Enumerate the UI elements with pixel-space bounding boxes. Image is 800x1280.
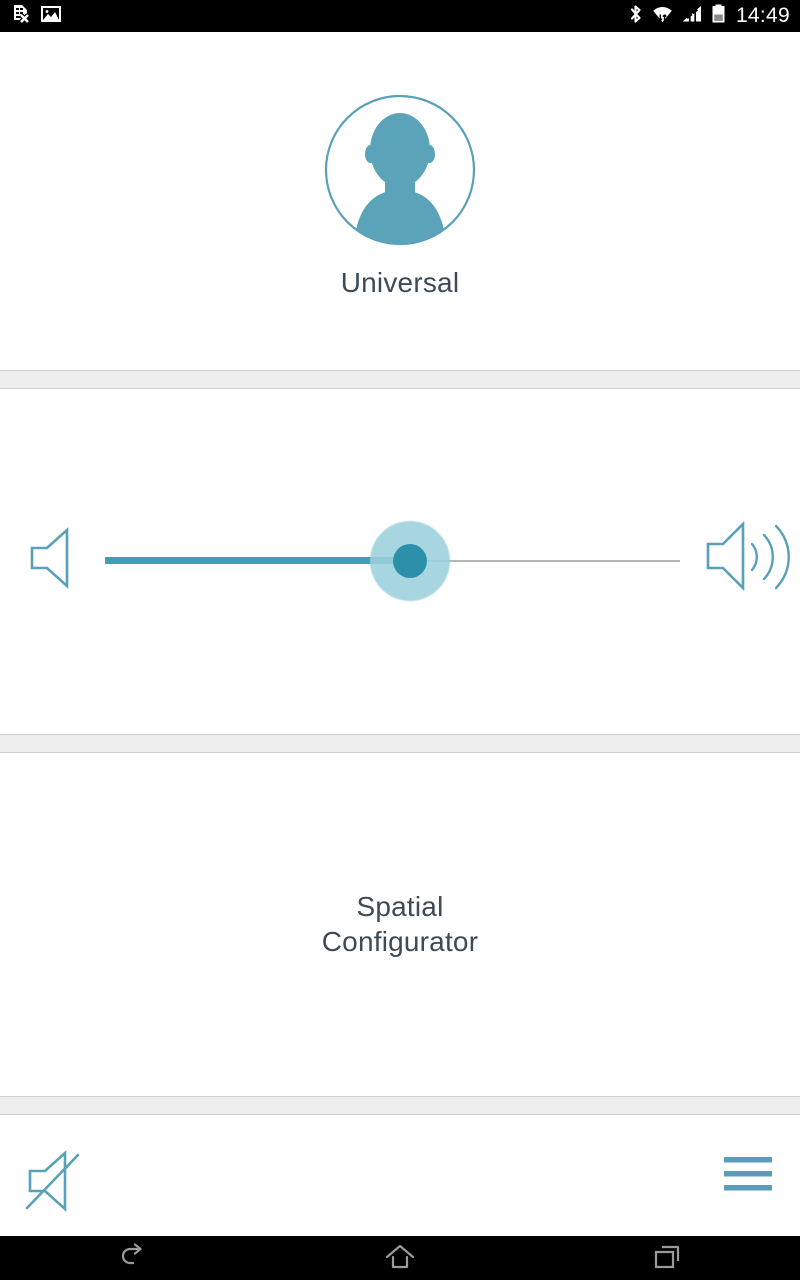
status-bar: 14:49 (0, 0, 800, 32)
slider-thumb[interactable] (393, 544, 427, 578)
image-saved-icon (40, 4, 62, 29)
section-divider-top (0, 370, 800, 389)
hamburger-menu-icon[interactable] (722, 1152, 774, 1201)
nav-home-button[interactable] (350, 1236, 450, 1280)
volume-slider[interactable] (105, 521, 680, 601)
configurator-section[interactable]: Spatial Configurator (0, 753, 800, 1096)
volume-high-icon[interactable] (702, 514, 794, 605)
section-divider-bottom (0, 1096, 800, 1115)
section-divider-middle (0, 734, 800, 753)
profile-name: Universal (340, 267, 460, 298)
bottom-toolbar (0, 1116, 800, 1236)
cellular-signal-icon (681, 3, 704, 30)
battery-icon (711, 3, 726, 30)
configurator-title: Spatial Configurator (322, 890, 478, 958)
volume-low-icon[interactable] (24, 522, 82, 599)
slider-track-active (105, 557, 410, 564)
avatar[interactable] (324, 94, 476, 246)
android-navigation-bar (0, 1236, 800, 1280)
volume-mute-icon[interactable] (20, 1142, 98, 1225)
profile-header: Universal (0, 94, 800, 299)
configurator-title-line-2: Configurator (321, 925, 479, 957)
wifi-icon (651, 3, 674, 30)
status-bar-clock: 14:49 (735, 4, 790, 27)
volume-section (0, 389, 800, 734)
nav-recents-button[interactable] (617, 1236, 717, 1280)
nav-back-button[interactable] (83, 1236, 183, 1280)
app-screen: 14:49 Universal Spatial Configurator (0, 0, 800, 1280)
status-bar-left-icons (0, 3, 62, 30)
configurator-title-line-1: Spatial (356, 891, 444, 923)
no-sim-card-icon (10, 3, 32, 30)
status-bar-right-icons: 14:49 (627, 3, 800, 30)
bluetooth-icon (627, 3, 644, 30)
